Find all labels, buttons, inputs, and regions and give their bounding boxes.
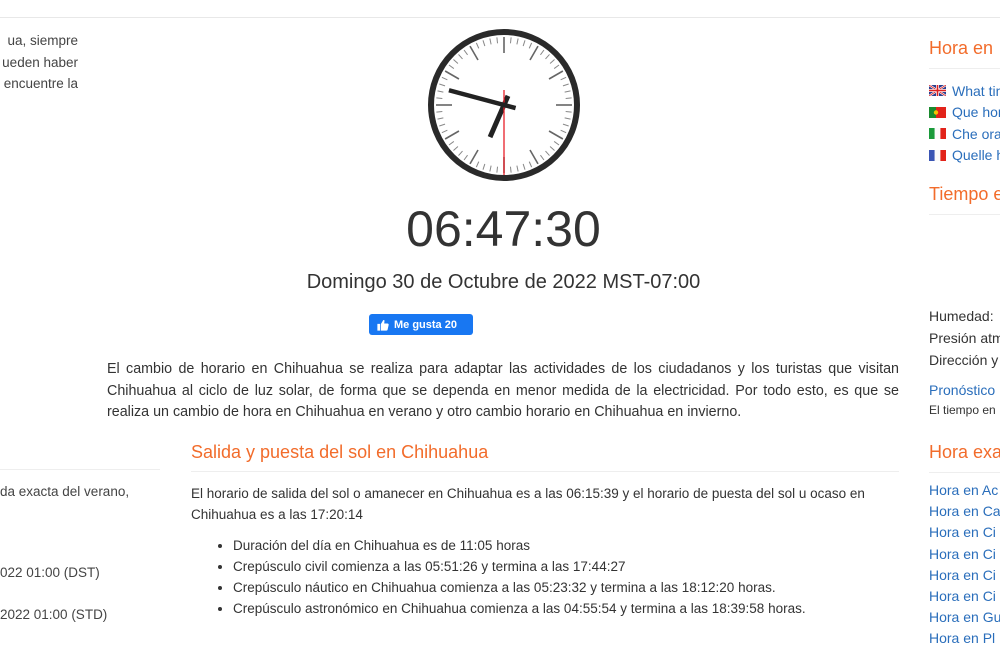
- minute-tick: [436, 110, 443, 113]
- language-link-label: Che ora: [952, 125, 1000, 142]
- right-sidebar: Hora en What time Que hora: [929, 18, 1000, 645]
- left-intro-text: ua, siempre ueden haber encuentre la: [0, 30, 78, 95]
- city-link[interactable]: Hora en Ac: [929, 480, 1000, 501]
- list-item: Duración del día en Chihuahua es de 11:0…: [233, 535, 899, 556]
- humidity-label: Humedad:: [929, 308, 994, 324]
- intro-paragraph: El cambio de horario en Chihuahua se rea…: [107, 361, 899, 420]
- thumbs-up-icon: [377, 319, 389, 331]
- language-link-portuguese[interactable]: Que hora: [929, 102, 1000, 124]
- language-link-french[interactable]: Quelle heure: [929, 145, 1000, 167]
- minute-tick: [509, 166, 512, 173]
- minute-tick: [496, 37, 499, 44]
- list-item: Crepúsculo civil comienza a las 05:51:26…: [233, 556, 899, 577]
- wind-label: Dirección y: [929, 352, 999, 368]
- sun-section: Salida y puesta del sol en Chihuahua El …: [191, 442, 899, 619]
- main-content: 06:47:30 Domingo 30 de Octubre de 2022 M…: [107, 18, 900, 645]
- list-item: Crepúsculo náutico en Chihuahua comienza…: [233, 577, 899, 598]
- language-list: What time Que hora Che ora Qu: [929, 80, 1000, 166]
- hora-en-heading: Hora en: [929, 38, 1000, 69]
- language-link-label: Que hora: [952, 104, 1000, 121]
- top-bar: [0, 0, 1000, 18]
- dst-change-date: 022 01:00 (DST): [0, 565, 100, 580]
- language-link-italian[interactable]: Che ora: [929, 123, 1000, 145]
- city-list: Hora en Ac Hora en Ca Hora en Ci Hora en…: [929, 480, 1000, 645]
- portugal-flag-icon: [929, 106, 946, 118]
- date-line: Domingo 30 de Octubre de 2022 MST-07:00: [306, 271, 701, 293]
- city-link[interactable]: Hora en Ci: [929, 522, 1000, 543]
- minute-tick: [565, 97, 572, 100]
- weather-details: Humedad: Presión atmosférica Dirección y: [929, 305, 1000, 371]
- forecast-link[interactable]: Pronóstico: [929, 382, 995, 398]
- pressure-label: Presión atmosférica: [929, 330, 1000, 346]
- italy-flag-icon: [929, 128, 946, 140]
- city-link[interactable]: Hora en Pl: [929, 628, 1000, 645]
- std-change-date: 2022 01:00 (STD): [0, 607, 108, 622]
- clock-center: [501, 102, 507, 108]
- city-link[interactable]: Hora en Gu: [929, 607, 1000, 628]
- minute-tick: [565, 110, 572, 113]
- left-intro-line: ueden haber: [2, 54, 78, 70]
- left-intro-line: ua, siempre: [7, 33, 78, 48]
- list-item: Crepúsculo astronómico en Chihuahua comi…: [233, 598, 899, 619]
- language-link-label: Quelle heure: [952, 147, 1000, 164]
- sun-section-title: Salida y puesta del sol en Chihuahua: [191, 442, 899, 472]
- like-button-label: Me gusta 20: [394, 318, 457, 331]
- minute-tick: [496, 166, 499, 173]
- city-link[interactable]: Hora en Ci: [929, 586, 1000, 607]
- city-link[interactable]: Hora en Ci: [929, 544, 1000, 565]
- analog-clock: [428, 29, 580, 181]
- sun-paragraph: El horario de salida del sol o amanecer …: [191, 486, 865, 522]
- minute-tick: [436, 97, 443, 100]
- left-intro-line: encuentre la: [3, 76, 78, 91]
- language-link-label: What time: [952, 82, 1000, 99]
- uk-flag-icon: [929, 85, 946, 97]
- language-link-english[interactable]: What time: [929, 80, 1000, 102]
- france-flag-icon: [929, 149, 946, 161]
- hora-exacta-heading: Hora exacta: [929, 442, 1000, 473]
- forecast-subtext: El tiempo en: [929, 403, 996, 417]
- minute-tick: [509, 37, 512, 44]
- like-button[interactable]: Me gusta 20: [369, 314, 473, 335]
- twilight-list: Duración del día en Chihuahua es de 11:0…: [191, 535, 899, 619]
- city-link[interactable]: Hora en Ci: [929, 565, 1000, 586]
- tiempo-heading: Tiempo en: [929, 184, 1000, 215]
- city-link[interactable]: Hora en Ca: [929, 501, 1000, 522]
- digital-time: 06:47:30: [406, 201, 601, 257]
